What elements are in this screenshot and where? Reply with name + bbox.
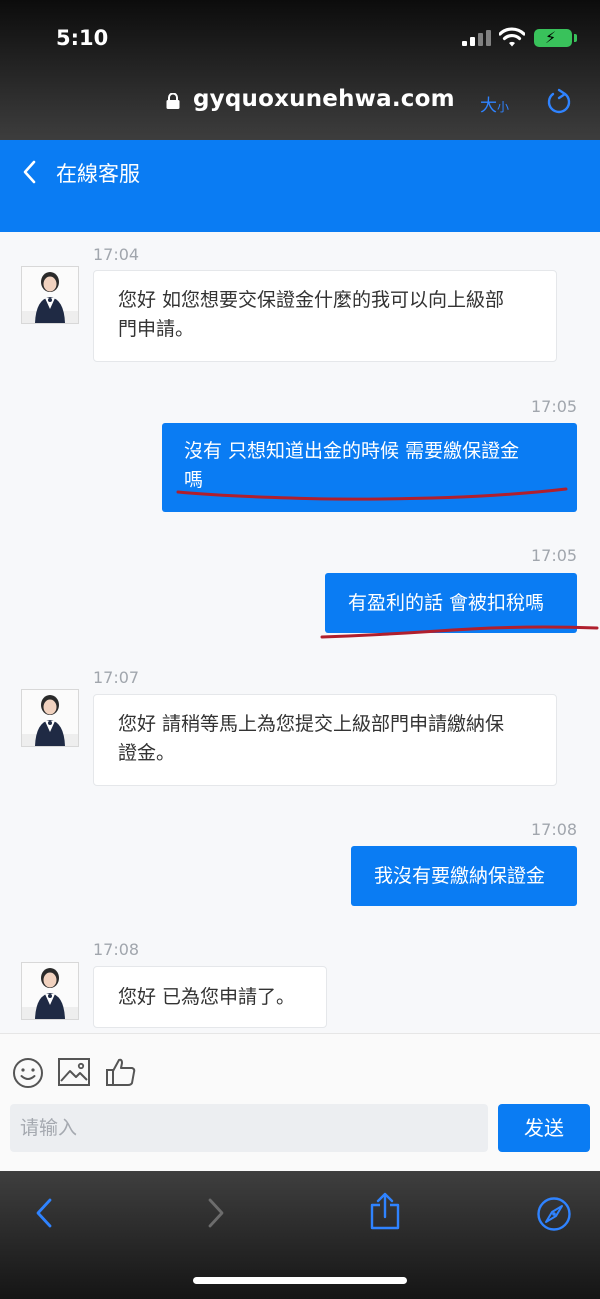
- text-size-big: 大: [480, 96, 497, 116]
- emoji-icon[interactable]: [12, 1057, 44, 1089]
- incoming-message: 您好 已為您申請了。: [93, 966, 327, 1028]
- charging-bolt-icon: ⚡: [545, 28, 557, 47]
- compass-icon[interactable]: [536, 1196, 572, 1232]
- wifi-icon: [499, 27, 525, 47]
- url-address[interactable]: gyquoxunehwa.com: [193, 86, 455, 112]
- message-line: 證金。: [118, 742, 176, 764]
- status-time: 5:10: [56, 26, 109, 50]
- agent-avatar: [21, 266, 79, 324]
- message-time: 17:05: [531, 546, 578, 565]
- back-icon[interactable]: [34, 1197, 54, 1229]
- message-time: 17:05: [531, 397, 578, 416]
- red-underline-annotation: [176, 487, 568, 501]
- image-icon[interactable]: [58, 1058, 90, 1086]
- agent-avatar: [21, 689, 79, 747]
- battery-nub: [574, 34, 577, 42]
- forward-icon[interactable]: [206, 1197, 226, 1229]
- message-line: 沒有 只想知道出金的時候 需要繳保證金: [184, 440, 520, 462]
- agent-avatar: [21, 962, 79, 1020]
- message-line: 您好 請稍等馬上為您提交上級部門申請繳納保: [118, 713, 505, 735]
- share-icon[interactable]: [369, 1192, 401, 1230]
- text-size-button[interactable]: 大小: [480, 91, 509, 116]
- incoming-message: 您好 如您想要交保證金什麼的我可以向上級部 門申請。: [93, 270, 557, 362]
- red-underline-annotation: [320, 625, 599, 639]
- page-title: 在線客服: [56, 162, 140, 186]
- text-size-small: 小: [497, 100, 510, 114]
- message-line: 您好 如您想要交保證金什麼的我可以向上級部: [118, 289, 505, 311]
- message-time: 17:08: [93, 940, 140, 959]
- thumbs-up-icon[interactable]: [105, 1056, 137, 1088]
- outgoing-message: 我沒有要繳納保證金: [351, 846, 577, 906]
- browser-top-bar: [0, 0, 600, 140]
- home-indicator: [193, 1277, 407, 1284]
- back-arrow-icon[interactable]: [22, 160, 38, 184]
- reload-icon[interactable]: [545, 88, 573, 116]
- lock-icon: [166, 93, 180, 109]
- message-time: 17:04: [93, 245, 140, 264]
- message-line: 門申請。: [118, 318, 195, 340]
- message-time: 17:07: [93, 668, 140, 687]
- send-button[interactable]: 发送: [498, 1104, 590, 1152]
- incoming-message: 您好 請稍等馬上為您提交上級部門申請繳納保 證金。: [93, 694, 557, 786]
- message-input[interactable]: [10, 1104, 488, 1152]
- signal-icon: [462, 30, 492, 46]
- message-time: 17:08: [531, 820, 578, 839]
